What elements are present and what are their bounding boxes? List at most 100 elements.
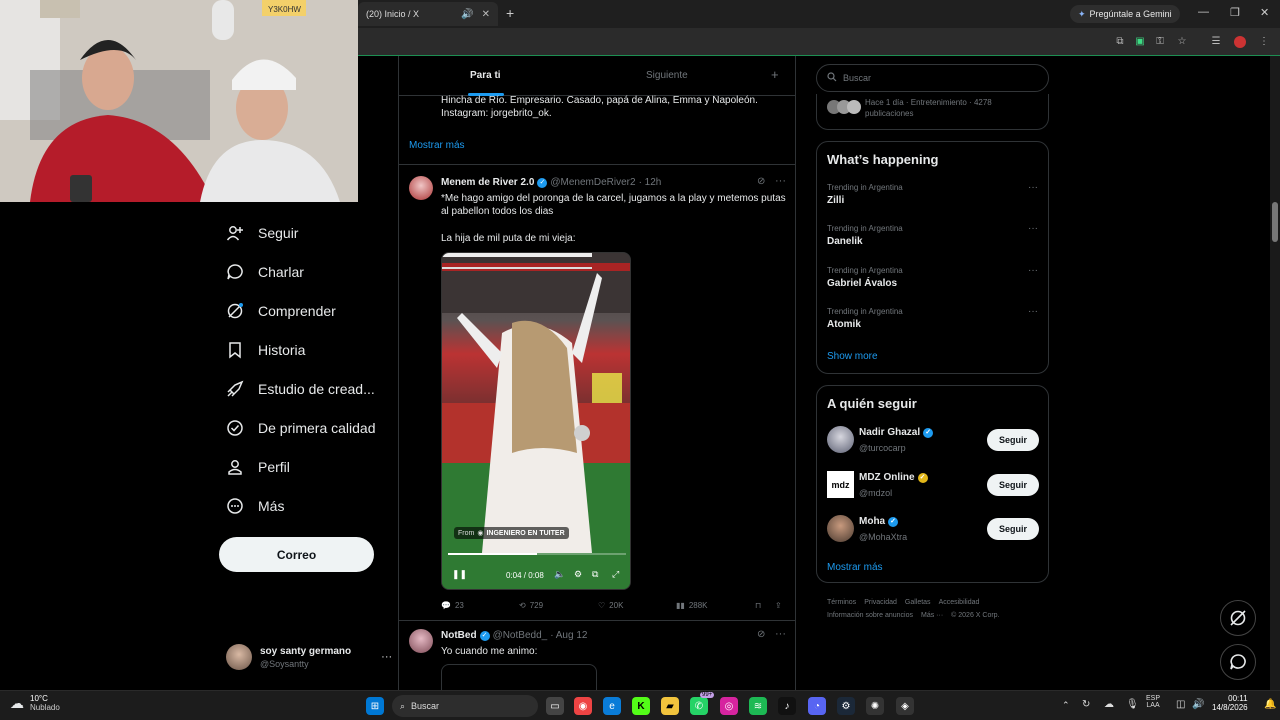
community-card[interactable]: Hace 1 día · Entretenimiento · 4278 publ…: [816, 94, 1049, 130]
page-scrollbar[interactable]: [1270, 56, 1280, 690]
minimize-icon[interactable]: —: [1198, 6, 1209, 18]
chatgpt-icon[interactable]: ✺: [866, 697, 884, 715]
spotify-icon[interactable]: ≋: [749, 697, 767, 715]
new-tab-icon[interactable]: +: [506, 5, 514, 21]
follow-button[interactable]: Seguir: [987, 518, 1039, 540]
footer-link[interactable]: Términos: [827, 599, 856, 606]
more-dots-icon[interactable]: ···: [1028, 306, 1038, 317]
avatar[interactable]: [409, 629, 433, 653]
notifications-icon[interactable]: 🔔: [1264, 699, 1276, 710]
mute-icon[interactable]: 🔊: [461, 9, 473, 20]
app-icon[interactable]: ◈: [896, 697, 914, 715]
more-dots-icon[interactable]: ···: [775, 628, 786, 640]
profile-avatar-icon[interactable]: [1234, 36, 1246, 48]
more-dots-icon[interactable]: ···: [1028, 182, 1038, 193]
onedrive-icon[interactable]: ☁: [1104, 699, 1114, 710]
avatar[interactable]: [827, 426, 854, 453]
wifi-icon[interactable]: ◫: [1176, 699, 1185, 710]
browser-menu-icon[interactable]: ⋮: [1258, 36, 1270, 48]
grok-fab[interactable]: [1220, 600, 1256, 636]
pip-icon[interactable]: ⧉: [592, 569, 598, 580]
windows-start-icon[interactable]: ⊞: [366, 697, 384, 715]
author-name[interactable]: NotBed: [441, 630, 477, 641]
media-control-icon[interactable]: ☰: [1210, 36, 1222, 48]
kick-icon[interactable]: K: [632, 697, 650, 715]
footer-link[interactable]: Información sobre anuncios: [827, 612, 913, 619]
file-explorer-icon[interactable]: ▰: [661, 697, 679, 715]
mic-icon[interactable]: 🎙: [1126, 699, 1139, 710]
more-dots-icon[interactable]: ···: [381, 651, 392, 663]
author-name[interactable]: Menem de River 2.0: [441, 177, 534, 188]
more-dots-icon[interactable]: ···: [775, 175, 786, 187]
show-more-link[interactable]: Mostrar más: [409, 140, 465, 151]
gemini-button[interactable]: ✦ Pregúntale a Gemini: [1070, 5, 1180, 23]
edge-icon[interactable]: e: [603, 697, 621, 715]
footer-link[interactable]: Accesibilidad: [939, 599, 980, 606]
messages-fab[interactable]: [1220, 644, 1256, 680]
nav-item-mas[interactable]: Más: [226, 497, 284, 515]
nav-item-historia[interactable]: Historia: [226, 341, 305, 359]
steam-icon[interactable]: ⚙: [837, 697, 855, 715]
user-name[interactable]: Moha ✓: [859, 516, 899, 527]
nav-item-estudio[interactable]: Estudio de cread...: [226, 380, 375, 398]
grok-icon[interactable]: ⊘: [757, 176, 765, 187]
tab-para-ti[interactable]: Para ti: [470, 70, 501, 81]
footer-link[interactable]: Más ···: [921, 612, 943, 619]
account-switcher[interactable]: soy santy germano @Soysantty ···: [226, 644, 392, 670]
profile-bio-link[interactable]: Instagram: jorgebrito_ok.: [441, 107, 552, 120]
share-icon[interactable]: ⇪: [775, 601, 782, 610]
close-window-icon[interactable]: ✕: [1260, 6, 1269, 19]
pause-icon[interactable]: ❚❚: [452, 569, 467, 580]
bookmark-star-icon[interactable]: ☆: [1176, 36, 1188, 48]
user-name[interactable]: Nadir Ghazal ✓: [859, 427, 934, 438]
bookmark-icon[interactable]: ⊓: [755, 601, 761, 610]
scrollbar-thumb[interactable]: [1272, 202, 1278, 242]
correo-button[interactable]: Correo: [219, 537, 374, 572]
browser-tab[interactable]: (20) Inicio / X 🔊 ✕: [358, 2, 498, 26]
sync-icon[interactable]: ↻: [1082, 699, 1090, 710]
chevron-up-icon[interactable]: ⌃: [1062, 700, 1070, 711]
tweet-time[interactable]: · 12h: [639, 177, 662, 188]
maximize-icon[interactable]: ❐: [1230, 6, 1240, 19]
avatar[interactable]: [827, 515, 854, 542]
weather-widget[interactable]: ☁ 10°C Nublado: [10, 694, 60, 712]
follow-button[interactable]: Seguir: [987, 429, 1039, 451]
fullscreen-icon[interactable]: ⤢: [612, 569, 619, 580]
translate-icon[interactable]: ⧉: [1114, 36, 1126, 48]
avatar[interactable]: [409, 176, 433, 200]
volume-icon[interactable]: 🔈: [554, 569, 565, 580]
taskbar-search[interactable]: ⌕ Buscar: [392, 695, 538, 717]
chrome-icon[interactable]: ◉: [574, 697, 592, 715]
footer-link[interactable]: Privacidad: [864, 599, 897, 606]
video-attribution[interactable]: From ◉ INGENIERO EN TUITER: [454, 527, 569, 539]
views-button[interactable]: ▮▮ 288K: [676, 601, 708, 610]
task-view-icon[interactable]: ▭: [546, 697, 564, 715]
password-key-icon[interactable]: ⚿: [1154, 36, 1166, 48]
clock[interactable]: 00:11 14/8/2026: [1212, 694, 1248, 712]
address-bar[interactable]: ⧉ ▣ ⚿ ☆ ☰ ⋮: [358, 28, 1280, 56]
show-more-link[interactable]: Show more: [827, 351, 878, 362]
more-dots-icon[interactable]: ···: [1028, 223, 1038, 234]
reply-button[interactable]: 💬 23: [441, 601, 464, 610]
nav-item-premium[interactable]: De primera calidad: [226, 419, 376, 437]
nav-item-perfil[interactable]: Perfil: [226, 458, 290, 476]
mdz-logo[interactable]: mdz: [827, 471, 854, 498]
nav-item-comprender[interactable]: Comprender: [226, 302, 336, 320]
tab-siguiente[interactable]: Siguiente: [646, 70, 688, 81]
follow-button[interactable]: Seguir: [987, 474, 1039, 496]
video-progress-track[interactable]: [448, 553, 626, 555]
close-tab-icon[interactable]: ✕: [482, 9, 490, 20]
search-input[interactable]: Buscar: [816, 64, 1049, 92]
whatsapp-icon[interactable]: ✆: [690, 697, 708, 715]
volume-icon[interactable]: 🔊: [1192, 699, 1204, 710]
footer-link[interactable]: Galletas: [905, 599, 931, 606]
show-more-link[interactable]: Mostrar más: [827, 562, 883, 573]
nav-item-charlar[interactable]: Charlar: [226, 263, 304, 281]
tweet-time[interactable]: · Aug 12: [550, 630, 587, 641]
instagram-icon[interactable]: ◎: [720, 697, 738, 715]
tweet-media[interactable]: [441, 664, 597, 690]
extension-icon[interactable]: ▣: [1134, 36, 1146, 48]
add-tab-icon[interactable]: +: [771, 67, 779, 82]
author-handle[interactable]: @NotBedd_: [493, 630, 548, 641]
settings-icon[interactable]: ⚙: [574, 569, 582, 580]
